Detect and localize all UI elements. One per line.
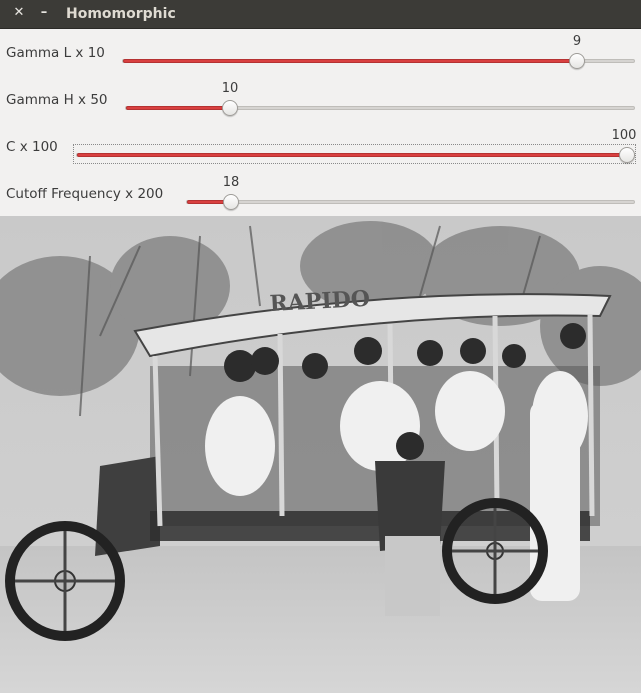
slider-handle-gamma-h[interactable] [222,100,238,116]
svg-text:RAPIDO: RAPIDO [269,286,371,317]
slider-handle-gamma-l[interactable] [569,53,585,69]
slider-value: 10 [221,81,239,96]
window-titlebar: ✕ – Homomorphic [0,0,641,29]
slider-row-cutoff: Cutoff Frequency x 200 18 [0,170,641,216]
photo-bus-passengers: RAPIDO [0,216,641,693]
slider-row-c: C x 100 100 [0,123,641,169]
slider-label: Cutoff Frequency x 200 [6,186,164,202]
slider-track-cutoff[interactable] [186,200,635,204]
slider-value: 100 [611,128,637,143]
slider-label: Gamma H x 50 [6,92,108,108]
close-icon[interactable]: ✕ [11,5,27,21]
slider-track-gamma-l[interactable] [122,59,635,63]
slider-value: 9 [572,34,582,49]
slider-fill [126,106,231,110]
slider-handle-cutoff[interactable] [223,194,239,210]
slider-row-gamma-l: Gamma L x 10 9 [0,29,641,75]
slider-label: Gamma L x 10 [6,45,105,61]
slider-track-gamma-h[interactable] [125,106,635,110]
slider-row-gamma-h: Gamma H x 50 10 [0,76,641,122]
slider-label: C x 100 [6,139,58,155]
output-image: RAPIDO [0,216,641,693]
slider-fill [123,59,578,63]
slider-fill [77,153,628,157]
window-title: Homomorphic [66,6,176,22]
slider-handle-c[interactable] [619,147,635,163]
controls-panel: Gamma L x 10 9 Gamma H x 50 10 C x 100 1… [0,29,641,216]
slider-value: 18 [222,175,240,190]
slider-track-c[interactable] [76,153,633,157]
minimize-icon[interactable]: – [36,5,52,21]
